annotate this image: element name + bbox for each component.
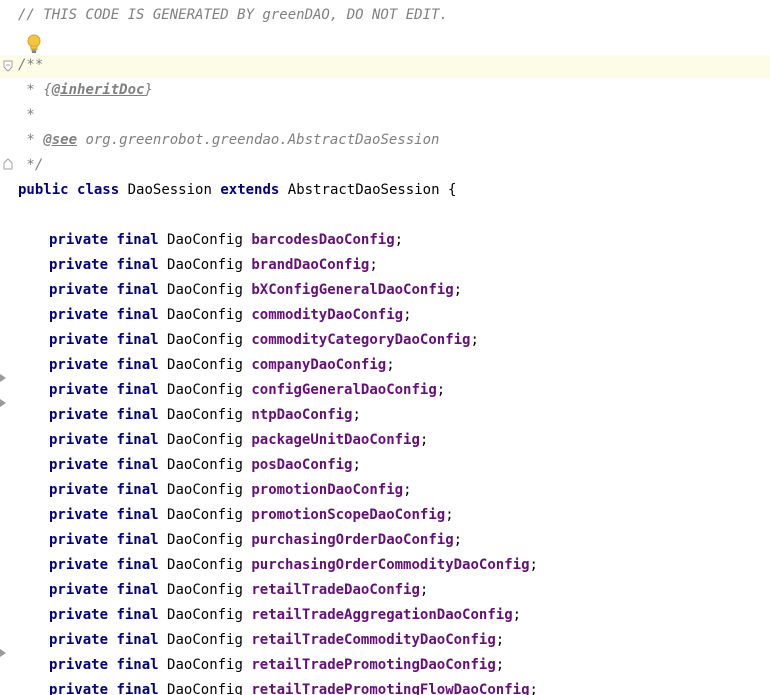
header-comment: // THIS CODE IS GENERATED BY greenDAO, D… — [18, 7, 448, 23]
field-declaration-line: private final DaoConfig barcodesDaoConfi… — [49, 232, 404, 248]
field-type[interactable]: DaoConfig — [167, 632, 243, 648]
field-declaration-line: private final DaoConfig purchasingOrderC… — [49, 557, 538, 573]
field-name[interactable]: bXConfigGeneralDaoConfig — [251, 282, 453, 298]
field-declaration-line: private final DaoConfig companyDaoConfig… — [49, 357, 395, 373]
field-type[interactable]: DaoConfig — [167, 582, 243, 598]
field-declaration-line: private final DaoConfig configGeneralDao… — [49, 382, 446, 398]
field-declaration-line: private final DaoConfig commodityDaoConf… — [49, 307, 412, 323]
field-declaration-line: private final DaoConfig commodityCategor… — [49, 332, 479, 348]
field-declaration-line: private final DaoConfig packageUnitDaoCo… — [49, 432, 429, 448]
field-name[interactable]: promotionScopeDaoConfig — [251, 507, 445, 523]
javadoc-close: */ — [18, 157, 44, 173]
field-type[interactable]: DaoConfig — [167, 457, 243, 473]
field-name[interactable]: purchasingOrderCommodityDaoConfig — [251, 557, 529, 573]
field-type[interactable]: DaoConfig — [167, 657, 243, 673]
field-type[interactable]: DaoConfig — [167, 232, 243, 248]
field-type[interactable]: DaoConfig — [167, 482, 243, 498]
field-declaration-line: private final DaoConfig ntpDaoConfig; — [49, 407, 361, 423]
field-name[interactable]: companyDaoConfig — [251, 357, 386, 373]
fold-end-marker-icon[interactable] — [3, 158, 13, 170]
code-editor[interactable]: // THIS CODE IS GENERATED BY greenDAO, D… — [0, 0, 770, 695]
field-name[interactable]: retailTradePromotingDaoConfig — [251, 657, 495, 673]
field-type[interactable]: DaoConfig — [167, 557, 243, 573]
field-declaration-line: private final DaoConfig retailTradePromo… — [49, 657, 505, 673]
editor-gutter[interactable] — [0, 0, 14, 695]
field-declaration-line: private final DaoConfig bXConfigGeneralD… — [49, 282, 463, 298]
gutter-arrow-icon[interactable] — [0, 649, 6, 657]
field-declaration-line: private final DaoConfig brandDaoConfig; — [49, 257, 378, 273]
field-type[interactable]: DaoConfig — [167, 407, 243, 423]
field-type[interactable]: DaoConfig — [167, 282, 243, 298]
field-name[interactable]: brandDaoConfig — [251, 257, 369, 273]
field-type[interactable]: DaoConfig — [167, 532, 243, 548]
field-declaration-line: private final DaoConfig retailTradePromo… — [49, 678, 770, 695]
javadoc-inherit-line: * {@inheritDoc} — [18, 82, 153, 98]
field-name[interactable]: posDaoConfig — [251, 457, 352, 473]
gutter-arrow-icon[interactable] — [0, 374, 6, 382]
field-declaration-line: private final DaoConfig purchasingOrderD… — [49, 532, 463, 548]
field-name[interactable]: barcodesDaoConfig — [251, 232, 394, 248]
field-type[interactable]: DaoConfig — [167, 307, 243, 323]
field-declaration-line: private final DaoConfig retailTradeCommo… — [49, 632, 505, 648]
field-type[interactable]: DaoConfig — [167, 257, 243, 273]
inherit-doc-tag: @inheritDoc — [51, 82, 145, 98]
field-name[interactable]: purchasingOrderDaoConfig — [251, 532, 453, 548]
field-declaration-line: private final DaoConfig retailTradeAggre… — [49, 607, 522, 623]
parent-class-name[interactable]: AbstractDaoSession — [288, 182, 440, 198]
field-type[interactable]: DaoConfig — [167, 382, 243, 398]
class-declaration: public class DaoSession extends Abstract… — [18, 182, 457, 198]
field-name[interactable]: commodityDaoConfig — [251, 307, 403, 323]
field-type[interactable]: DaoConfig — [167, 432, 243, 448]
field-declaration-line: private final DaoConfig posDaoConfig; — [49, 457, 361, 473]
field-name[interactable]: retailTradeDaoConfig — [251, 582, 420, 598]
field-name[interactable]: ntpDaoConfig — [251, 407, 352, 423]
field-name[interactable]: retailTradeCommodityDaoConfig — [251, 632, 495, 648]
field-name[interactable]: promotionDaoConfig — [251, 482, 403, 498]
class-name[interactable]: DaoSession — [128, 182, 212, 198]
javadoc-see-line: * @see org.greenrobot.greendao.AbstractD… — [18, 132, 440, 148]
field-declaration-line: private final DaoConfig promotionScopeDa… — [49, 507, 454, 523]
gutter-arrow-icon[interactable] — [0, 399, 6, 407]
field-name[interactable]: packageUnitDaoConfig — [251, 432, 420, 448]
field-type[interactable]: DaoConfig — [167, 682, 243, 695]
field-type[interactable]: DaoConfig — [167, 507, 243, 523]
field-name[interactable]: configGeneralDaoConfig — [251, 382, 436, 398]
lightbulb-icon[interactable] — [25, 34, 43, 54]
field-declaration-line: private final DaoConfig promotionDaoConf… — [49, 482, 412, 498]
javadoc-blank-line: * — [18, 107, 35, 123]
field-declaration-line: private final DaoConfig retailTradeDaoCo… — [49, 582, 429, 598]
field-type[interactable]: DaoConfig — [167, 607, 243, 623]
field-type[interactable]: DaoConfig — [167, 332, 243, 348]
see-tag: @see — [43, 132, 78, 148]
field-name[interactable]: commodityCategoryDaoConfig — [251, 332, 470, 348]
field-name[interactable]: retailTradeAggregationDaoConfig — [251, 607, 512, 623]
field-type[interactable]: DaoConfig — [167, 357, 243, 373]
field-name[interactable]: retailTradePromotingFlowDaoConfig — [251, 682, 529, 695]
fold-marker-icon[interactable] — [3, 60, 13, 72]
javadoc-open: /** — [18, 57, 44, 73]
